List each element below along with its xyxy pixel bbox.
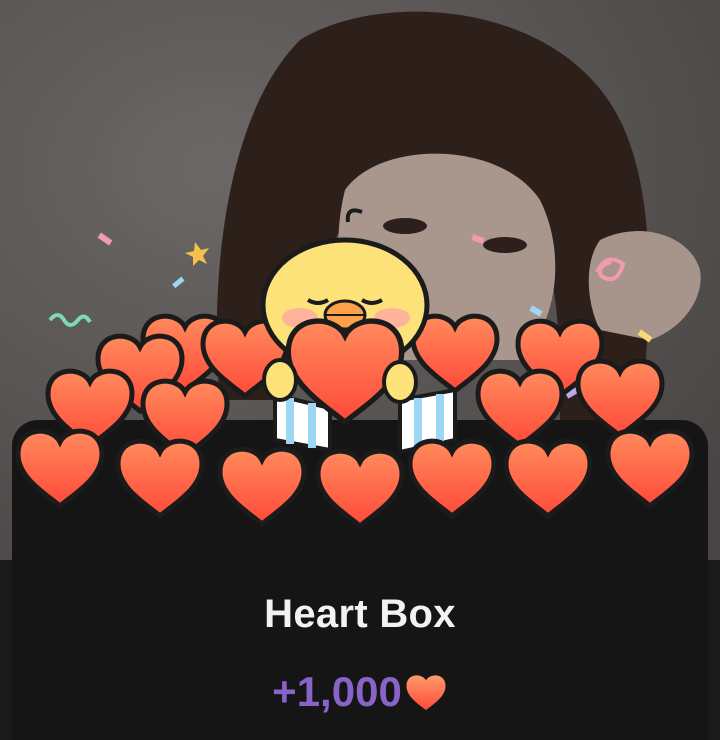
popup-title: Heart Box	[264, 592, 456, 636]
reward-amount: +1,000	[272, 668, 402, 715]
heart-icon	[406, 675, 446, 711]
reward-amount-row: +1,000	[0, 668, 720, 716]
heart-box-illustration	[0, 208, 720, 560]
